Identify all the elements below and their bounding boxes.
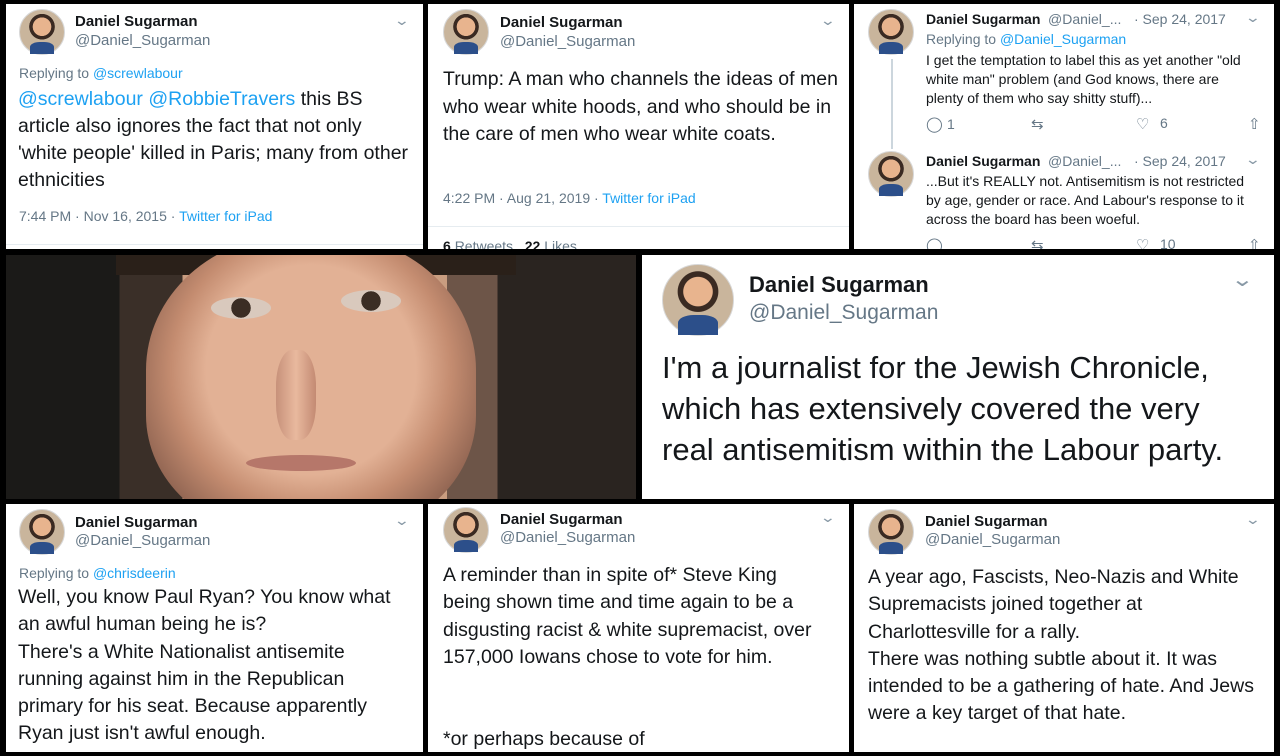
chevron-down-icon[interactable]: ⌄ (394, 12, 410, 29)
retweet-icon[interactable]: ⇆ (1031, 115, 1044, 133)
author-handle[interactable]: @Daniel_Sugarman (500, 529, 635, 546)
author-handle[interactable]: @Daniel_Sugarman (925, 531, 1060, 548)
right-eye (341, 290, 401, 312)
divider (428, 226, 849, 227)
share-icon[interactable]: ⇧ (1248, 236, 1261, 249)
author-name[interactable]: Daniel Sugarman (749, 272, 929, 298)
chevron-down-icon[interactable]: ⌄ (1231, 267, 1254, 292)
tweet-panel-1: Daniel Sugarman @Daniel_Sugarman ⌄ Reply… (6, 4, 423, 249)
reply-target-link[interactable]: @screwlabour (93, 65, 183, 81)
replying-to: Replying to @screwlabour (19, 65, 183, 81)
engagement-stats: 6 Retweets 22 Likes (443, 238, 577, 249)
reply-icon[interactable]: ◯ (926, 236, 943, 249)
tweet-paragraph: Well, you know Paul Ryan? You know what … (18, 586, 391, 636)
author-handle[interactable]: @Daniel_... (1048, 11, 1121, 27)
retweet-icon[interactable]: ⇆ (1031, 236, 1044, 249)
share-icon[interactable]: ⇧ (1248, 115, 1261, 133)
profile-photo (6, 255, 636, 499)
mouth (246, 455, 356, 471)
avatar[interactable] (868, 151, 914, 197)
chevron-down-icon[interactable]: ⌄ (820, 509, 836, 526)
avatar[interactable] (19, 509, 65, 555)
chevron-down-icon[interactable]: ⌄ (1245, 511, 1261, 528)
replying-to: Replying to @Daniel_Sugarman (926, 31, 1126, 47)
author-name[interactable]: Daniel Sugarman (926, 153, 1040, 169)
retweets-label[interactable]: Retweets (455, 238, 513, 249)
avatar[interactable] (443, 9, 489, 55)
tweet-panel-5: Daniel Sugarman @Daniel_Sugarman ⌄ Reply… (6, 504, 423, 752)
tweet-date[interactable]: · Sep 24, 2017 (1134, 153, 1226, 169)
tweet-date[interactable]: · Sep 24, 2017 (1134, 11, 1226, 27)
author-handle[interactable]: @Daniel_Sugarman (75, 532, 210, 549)
like-count: 10 (1160, 236, 1176, 249)
reply-target-link[interactable]: @chrisdeerin (93, 565, 176, 581)
tweet-text: A year ago, Fascists, Neo-Nazis and Whit… (868, 564, 1263, 728)
author-name[interactable]: Daniel Sugarman (500, 511, 623, 528)
tweet-timestamp[interactable]: 7:44 PM · Nov 16, 2015 · (19, 208, 179, 224)
divider (6, 244, 423, 245)
avatar[interactable] (19, 9, 65, 55)
tweet-meta: 4:22 PM · Aug 21, 2019 · Twitter for iPa… (443, 190, 696, 206)
avatar[interactable] (662, 264, 734, 336)
tweet-text: I get the temptation to label this as ye… (926, 52, 1241, 106)
tweet-timestamp[interactable]: 4:22 PM · Aug 21, 2019 · (443, 190, 602, 206)
replying-label: Replying to (19, 65, 90, 81)
author-name[interactable]: Daniel Sugarman (75, 13, 198, 30)
tweet-text: Well, you know Paul Ryan? You know what … (18, 584, 413, 748)
tweet-panel-3: Daniel Sugarman @Daniel_... · Sep 24, 20… (854, 4, 1274, 249)
tweet-source[interactable]: Twitter for iPad (179, 208, 272, 224)
reply-icon[interactable]: ◯ (926, 115, 943, 133)
heart-icon[interactable]: ♡ (1136, 236, 1149, 249)
reply-count: 1 (946, 116, 955, 132)
tweet-paragraph: A year ago, Fascists, Neo-Nazis and Whit… (868, 566, 1239, 643)
avatar[interactable] (868, 9, 914, 55)
avatar[interactable] (443, 507, 489, 553)
action-bar: ◯ 1 ⇆ ♡ 6 ⇧ (926, 115, 1261, 133)
tweet-paragraph: There's a White Nationalist antisemite r… (18, 640, 368, 745)
avatar[interactable] (868, 509, 914, 555)
retweets-count[interactable]: 6 (443, 238, 451, 249)
author-handle[interactable]: @Daniel_... (1048, 153, 1121, 169)
tweet-footnote: *or perhaps because of (443, 728, 645, 750)
tweet-panel-4: Daniel Sugarman @Daniel_Sugarman ⌄ I'm a… (642, 255, 1274, 499)
tweet-source[interactable]: Twitter for iPad (602, 190, 695, 206)
tweet-text: ...But it's REALLY not. Antisemitism is … (926, 173, 1245, 227)
tweet-panel-7: Daniel Sugarman @Daniel_Sugarman ⌄ A yea… (854, 504, 1274, 752)
tweet-text: Trump: A man who channels the ideas of m… (443, 68, 838, 145)
replying-label: Replying to (19, 565, 90, 581)
likes-count[interactable]: 22 (525, 238, 541, 249)
tweet-paragraph: There was nothing subtle about it. It wa… (868, 647, 1254, 725)
tweet-panel-2: Daniel Sugarman @Daniel_Sugarman ⌄ Trump… (428, 4, 849, 249)
mention-links[interactable]: @screwlabour @RobbieTravers (18, 88, 295, 110)
thread-line (891, 59, 893, 149)
author-handle[interactable]: @Daniel_Sugarman (75, 32, 210, 49)
author-name[interactable]: Daniel Sugarman (925, 513, 1048, 530)
author-name[interactable]: Daniel Sugarman (75, 514, 198, 531)
action-bar: ◯ ⇆ ♡ 10 ⇧ (926, 236, 1261, 249)
chevron-down-icon[interactable]: ⌄ (820, 12, 836, 29)
author-name[interactable]: Daniel Sugarman (500, 14, 623, 31)
tweet-text: I'm a journalist for the Jewish Chronicl… (662, 350, 1224, 467)
replying-label: Replying to (926, 31, 997, 47)
chevron-down-icon[interactable]: ⌄ (1245, 151, 1261, 168)
chevron-down-icon[interactable]: ⌄ (394, 512, 410, 529)
heart-icon[interactable]: ♡ (1136, 115, 1149, 133)
author-handle[interactable]: @Daniel_Sugarman (500, 33, 635, 50)
likes-label[interactable]: Likes (544, 238, 577, 249)
tweet-text: A reminder than in spite of* Steve King … (443, 564, 812, 668)
tweet-panel-6: Daniel Sugarman @Daniel_Sugarman ⌄ A rem… (428, 504, 849, 752)
nose (276, 350, 316, 440)
tweet-meta: 7:44 PM · Nov 16, 2015 · Twitter for iPa… (19, 208, 272, 224)
author-handle[interactable]: @Daniel_Sugarman (749, 301, 938, 325)
reply-target-link[interactable]: @Daniel_Sugarman (1000, 31, 1126, 47)
chevron-down-icon[interactable]: ⌄ (1245, 9, 1261, 26)
tweet-text: @screwlabour @RobbieTravers this BS arti… (18, 86, 410, 194)
replying-to: Replying to @chrisdeerin (19, 565, 176, 581)
author-name[interactable]: Daniel Sugarman (926, 11, 1040, 27)
like-count: 6 (1160, 115, 1168, 131)
left-eye (211, 297, 271, 319)
